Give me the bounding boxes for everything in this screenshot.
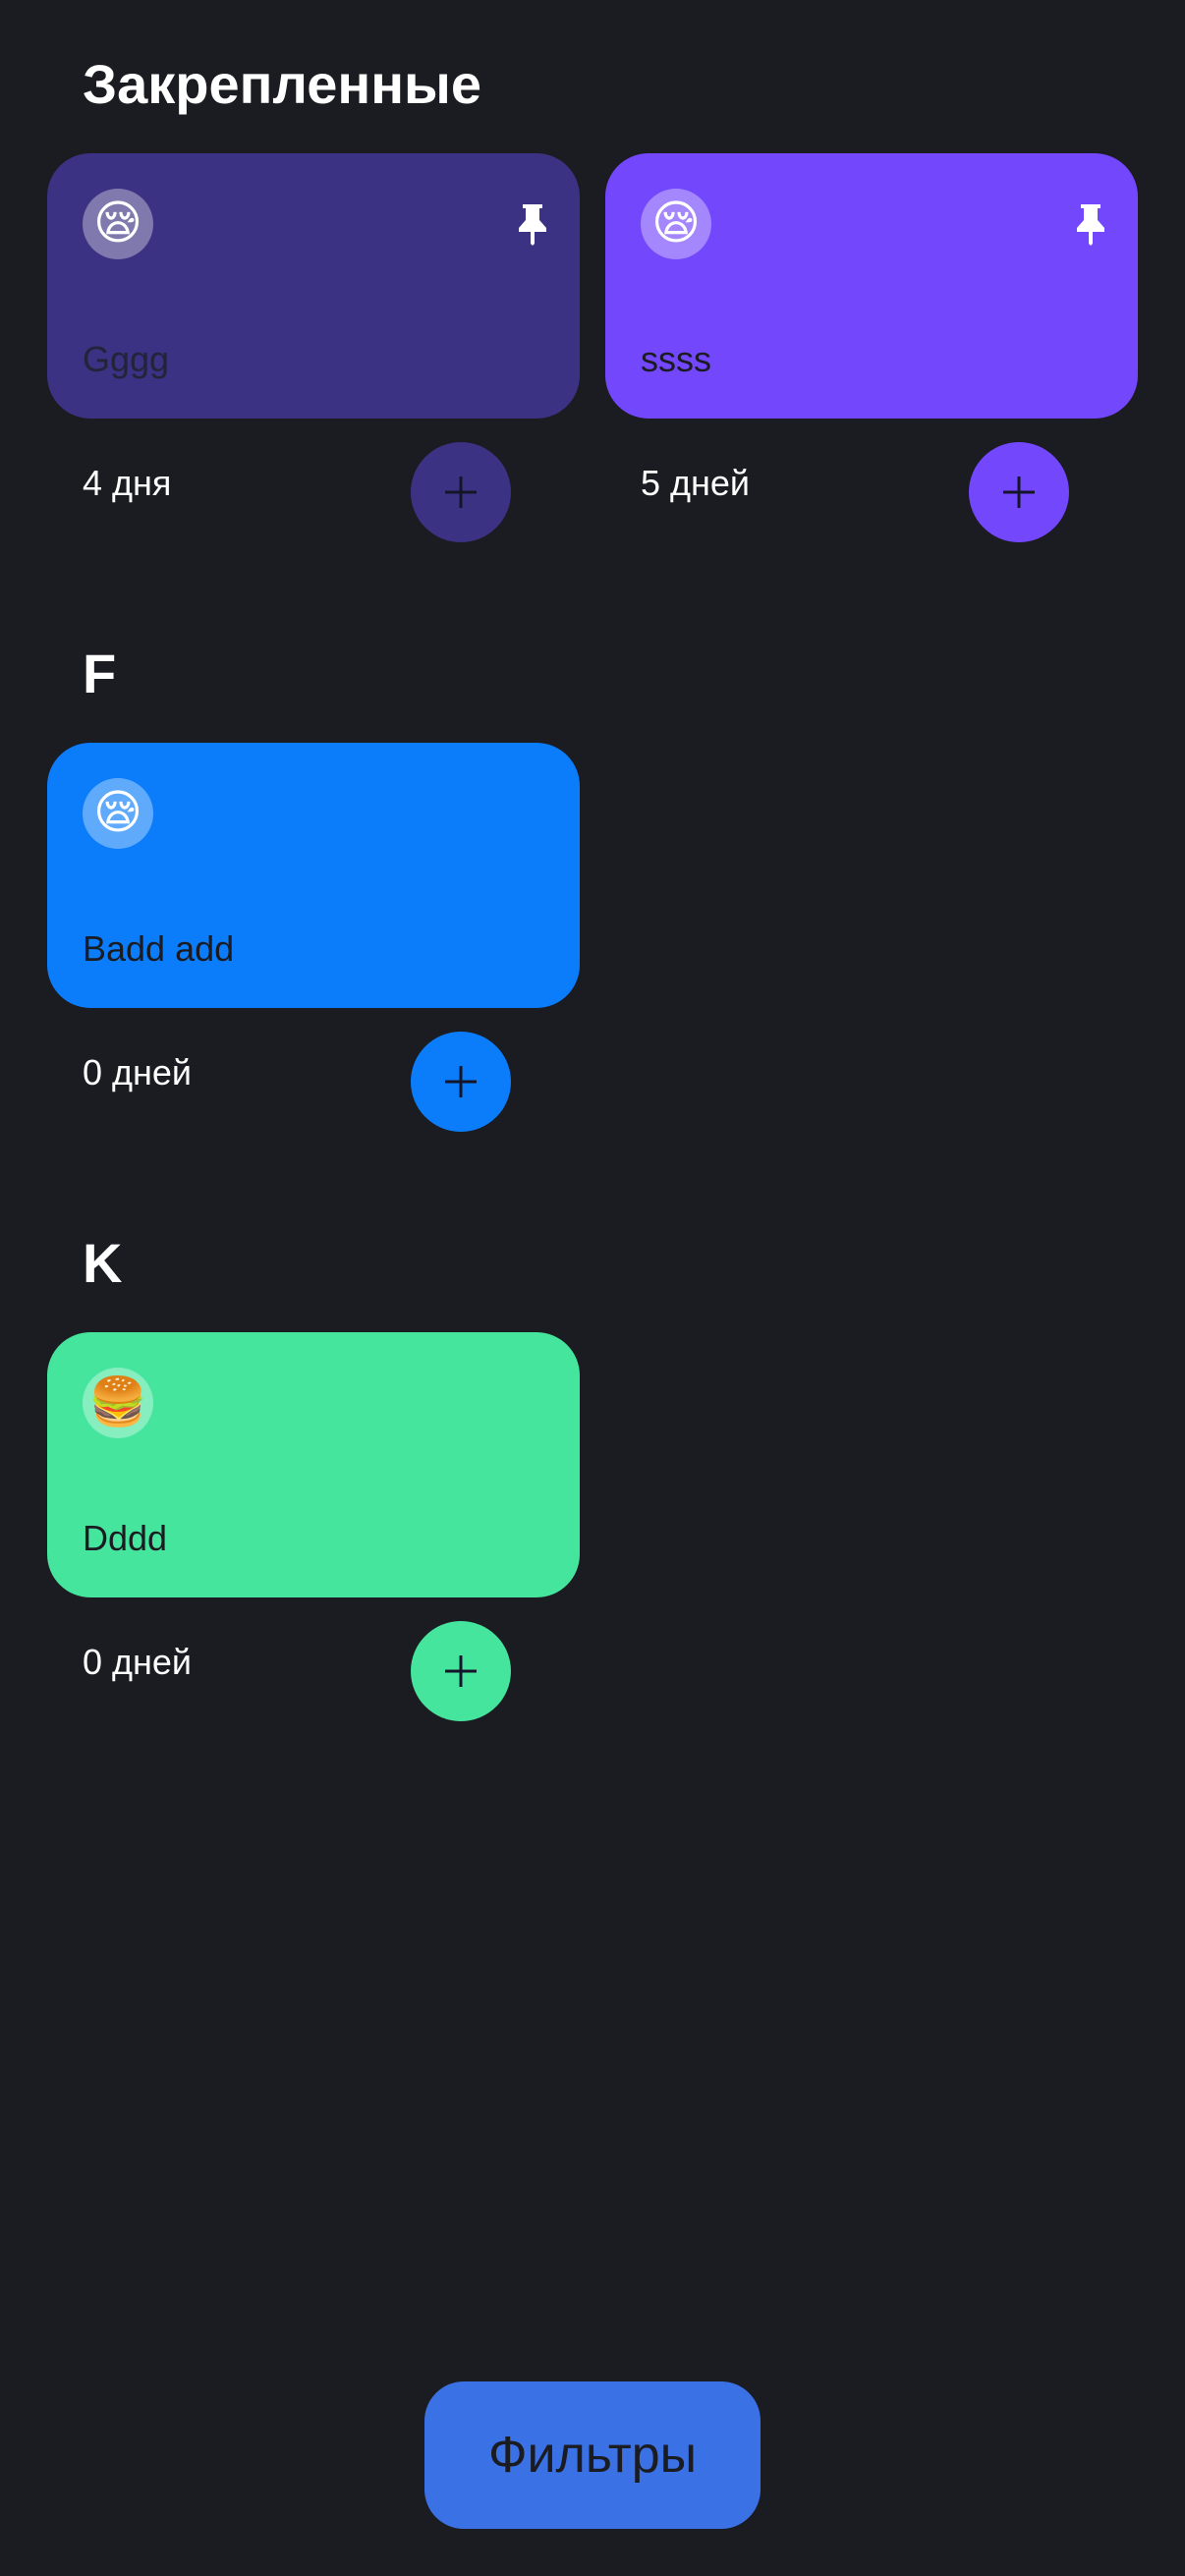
add-entry-button[interactable] xyxy=(411,1621,511,1721)
plus-icon xyxy=(445,1066,477,1097)
add-entry-button[interactable] xyxy=(411,1032,511,1132)
tracker-card[interactable]: 😪 Badd add xyxy=(47,743,580,1008)
tracker-counter: 0 дней xyxy=(83,1052,193,1092)
tracker-name: Badd add xyxy=(83,928,235,969)
tracker-name: ssss xyxy=(641,339,711,379)
tracker-emoji: 😪 xyxy=(83,189,153,259)
plus-icon xyxy=(445,476,477,508)
section-title-f: F xyxy=(83,643,117,704)
tracker-emoji: 😪 xyxy=(641,189,711,259)
pin-icon xyxy=(1077,204,1104,246)
tracker-counter: 5 дней xyxy=(641,463,751,503)
tracker-name: Gggg xyxy=(83,339,170,379)
add-entry-button[interactable] xyxy=(411,442,511,542)
tracker-counter: 4 дня xyxy=(83,463,172,503)
tracker-badd-add: 😪 Badd add 0 дней xyxy=(47,743,580,1132)
section-title-pinned: Закрепленные xyxy=(83,53,482,115)
tracker-dddd: 🍔 Dddd 0 дней xyxy=(47,1332,580,1721)
tracker-gggg: 😪 Gggg 4 дня xyxy=(47,153,580,542)
plus-icon xyxy=(1003,476,1035,508)
tracker-ssss: 😪 ssss 5 дней xyxy=(605,153,1138,542)
plus-icon xyxy=(445,1655,477,1687)
tracker-emoji: 😪 xyxy=(83,778,153,849)
filters-button[interactable]: Фильтры xyxy=(424,2381,761,2529)
add-entry-button[interactable] xyxy=(969,442,1069,542)
pin-icon xyxy=(519,204,546,246)
tracker-card[interactable]: 😪 Gggg xyxy=(47,153,580,419)
tracker-counter: 0 дней xyxy=(83,1642,193,1682)
tracker-name: Dddd xyxy=(83,1518,168,1558)
section-title-k: K xyxy=(83,1232,123,1294)
tracker-emoji: 🍔 xyxy=(83,1368,153,1438)
tracker-card[interactable]: 🍔 Dddd xyxy=(47,1332,580,1597)
tracker-card[interactable]: 😪 ssss xyxy=(605,153,1138,419)
